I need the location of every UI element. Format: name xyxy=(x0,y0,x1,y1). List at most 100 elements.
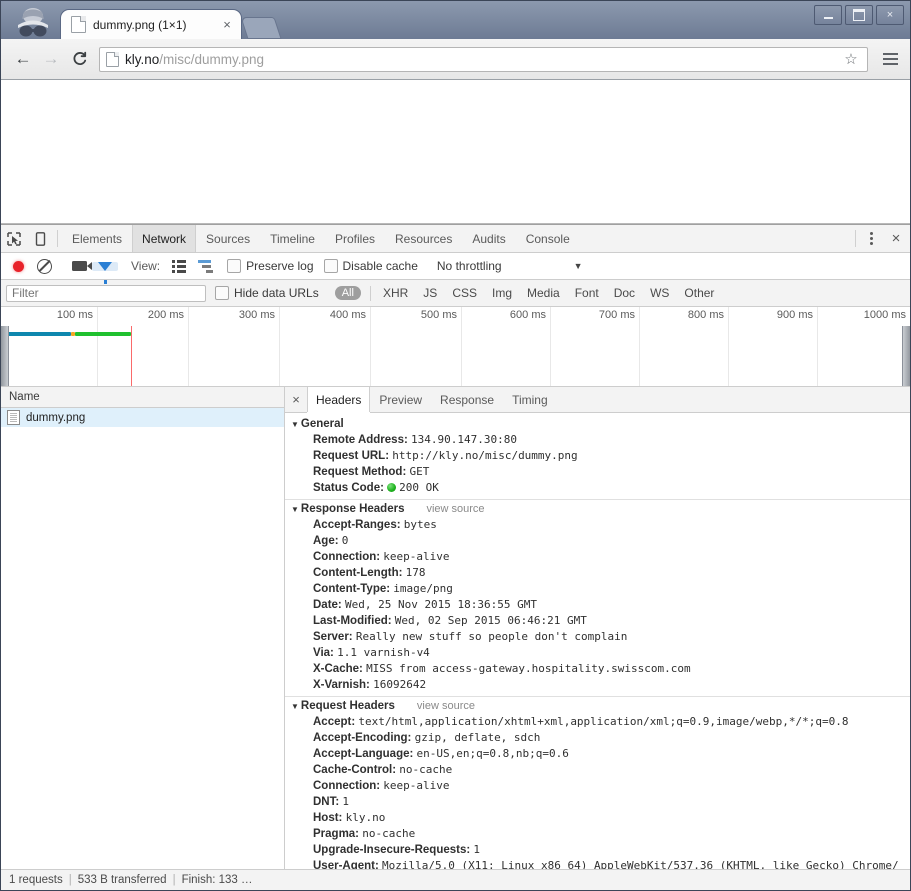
devtools-tab-network[interactable]: Network xyxy=(132,225,197,252)
overview-tick-5: 600 ms xyxy=(509,309,546,321)
detail-tab-response[interactable]: Response xyxy=(431,387,503,412)
devtools-tab-elements[interactable]: Elements xyxy=(62,225,132,252)
devtools-tab-resources[interactable]: Resources xyxy=(385,225,462,252)
back-button[interactable]: ← xyxy=(9,45,37,73)
devtools-tab-audits[interactable]: Audits xyxy=(462,225,515,252)
new-tab-button[interactable] xyxy=(240,17,282,39)
header-value: Really new stuff so people don't complai… xyxy=(355,630,628,643)
devtools-close-icon[interactable]: × xyxy=(882,225,910,252)
clear-icon[interactable] xyxy=(31,258,57,274)
overview-tick-7: 800 ms xyxy=(687,309,724,321)
header-value: 1 xyxy=(342,795,350,808)
request-column-header[interactable]: Name xyxy=(1,387,284,408)
header-row: Request URL: http://kly.no/misc/dummy.pn… xyxy=(285,448,910,464)
detail-tab-headers[interactable]: Headers xyxy=(307,387,371,413)
chrome-menu-icon[interactable] xyxy=(878,53,902,65)
header-value: text/html,application/xhtml+xml,applicat… xyxy=(358,715,849,728)
toolbar-divider-right xyxy=(855,230,856,247)
view-waterfall-icon[interactable] xyxy=(192,259,218,273)
disable-cache-checkbox[interactable]: Disable cache xyxy=(323,259,418,273)
detail-tab-timing[interactable]: Timing xyxy=(503,387,557,412)
record-button[interactable] xyxy=(5,260,31,272)
filter-type-media[interactable]: Media xyxy=(521,286,566,300)
forward-button[interactable]: → xyxy=(37,45,65,73)
title-bar: dummy.png (1×1) × × xyxy=(1,1,910,39)
headers-group-general: ▼ General Remote Address: 134.90.147.30:… xyxy=(285,417,910,500)
header-name: Request Method: xyxy=(313,466,407,478)
group-title-response[interactable]: ▼ Response Headers view source xyxy=(285,502,910,517)
filter-type-img[interactable]: Img xyxy=(486,286,518,300)
detail-close-icon[interactable]: × xyxy=(285,387,307,412)
header-value: 178 xyxy=(405,566,426,579)
filter-type-xhr[interactable]: XHR xyxy=(377,286,414,300)
reload-icon[interactable] xyxy=(65,45,93,73)
header-name: Age: xyxy=(313,535,339,547)
hide-data-urls-checkbox[interactable]: Hide data URLs xyxy=(215,286,319,300)
overview-left-handle[interactable] xyxy=(1,326,9,386)
header-name: Content-Length: xyxy=(313,567,403,579)
table-row[interactable]: dummy.png xyxy=(1,408,284,427)
address-path: /misc/dummy.png xyxy=(159,51,265,67)
inspect-element-icon[interactable] xyxy=(1,225,27,252)
address-url: kly.no/misc/dummy.png xyxy=(125,52,841,67)
filter-type-doc[interactable]: Doc xyxy=(608,286,641,300)
status-transferred: 533 B transferred xyxy=(77,874,167,886)
bookmark-star-icon[interactable]: ☆ xyxy=(841,50,861,68)
chevron-down-icon: ▼ xyxy=(573,261,583,271)
group-title-general[interactable]: ▼ General xyxy=(285,417,910,432)
filter-type-ws[interactable]: WS xyxy=(644,286,675,300)
overview-tick-0: 100 ms xyxy=(56,309,93,321)
tab-close-icon[interactable]: × xyxy=(219,17,235,33)
header-value: bytes xyxy=(403,518,437,531)
tab-strip: dummy.png (1×1) × xyxy=(61,10,282,39)
filter-type-font[interactable]: Font xyxy=(569,286,605,300)
header-value: Wed, 02 Sep 2015 06:46:21 GMT xyxy=(394,614,587,627)
devtools-tab-timeline[interactable]: Timeline xyxy=(260,225,325,252)
group-label-general: General xyxy=(300,418,344,430)
window-minimize-button[interactable] xyxy=(814,5,842,25)
view-list-icon[interactable] xyxy=(166,259,192,273)
browser-tab-active[interactable]: dummy.png (1×1) × xyxy=(61,10,241,39)
window-controls: × xyxy=(814,5,904,25)
group-label-request: Request Headers xyxy=(300,700,395,712)
request-name: dummy.png xyxy=(26,411,86,424)
header-value: kly.no xyxy=(345,811,386,824)
detail-tab-preview[interactable]: Preview xyxy=(370,387,431,412)
header-value: 134.90.147.30:80 xyxy=(411,433,517,446)
hide-data-urls-label: Hide data URLs xyxy=(234,286,319,300)
more-options-icon[interactable] xyxy=(860,225,882,252)
devtools-tab-profiles[interactable]: Profiles xyxy=(325,225,385,252)
window-maximize-button[interactable] xyxy=(845,5,873,25)
filter-type-css[interactable]: CSS xyxy=(446,286,483,300)
header-name: Last-Modified: xyxy=(313,615,392,627)
header-value: 16092642 xyxy=(373,678,427,691)
throttling-select[interactable]: No throttling ▼ xyxy=(437,259,583,273)
device-toolbar-icon[interactable] xyxy=(27,225,53,252)
tabbar-spacer xyxy=(580,225,851,252)
status-finish: Finish: 133 … xyxy=(181,874,253,886)
address-bar[interactable]: kly.no/misc/dummy.png ☆ xyxy=(99,46,868,72)
devtools-tab-console[interactable]: Console xyxy=(516,225,580,252)
filter-type-js[interactable]: JS xyxy=(417,286,443,300)
network-overview[interactable]: 100 ms 200 ms 300 ms 400 ms 500 ms 600 m… xyxy=(1,307,910,387)
filter-funnel-icon[interactable] xyxy=(92,261,118,284)
group-title-request[interactable]: ▼ Request Headers view source xyxy=(285,699,910,714)
preserve-log-checkbox[interactable]: Preserve log xyxy=(227,259,314,273)
view-source-link-response[interactable]: view source xyxy=(426,503,484,515)
status-divider-1: | xyxy=(68,874,72,886)
devtools-tab-bar: Elements Network Sources Timeline Profil… xyxy=(1,225,910,253)
request-detail-pane: × Headers Preview Response Timing ▼ Gene… xyxy=(285,387,910,869)
overview-right-handle[interactable] xyxy=(902,326,910,386)
header-row: User-Agent: Mozilla/5.0 (X11; Linux x86_… xyxy=(285,858,910,869)
chevron-down-icon: ▼ xyxy=(291,504,299,514)
devtools-tab-sources[interactable]: Sources xyxy=(196,225,260,252)
window-close-button[interactable]: × xyxy=(876,5,904,25)
capture-screenshots-icon[interactable] xyxy=(66,261,92,271)
filter-input[interactable] xyxy=(6,284,206,302)
view-source-link-request[interactable]: view source xyxy=(417,700,475,712)
filter-all-pill[interactable]: All xyxy=(334,286,361,300)
network-controls-bar: View: Preserve log Disable cache No thro… xyxy=(1,253,910,284)
header-value: 1 xyxy=(473,843,481,856)
filter-type-other[interactable]: Other xyxy=(678,286,720,300)
header-row: Accept-Language: en-US,en;q=0.8,nb;q=0.6 xyxy=(285,746,910,762)
